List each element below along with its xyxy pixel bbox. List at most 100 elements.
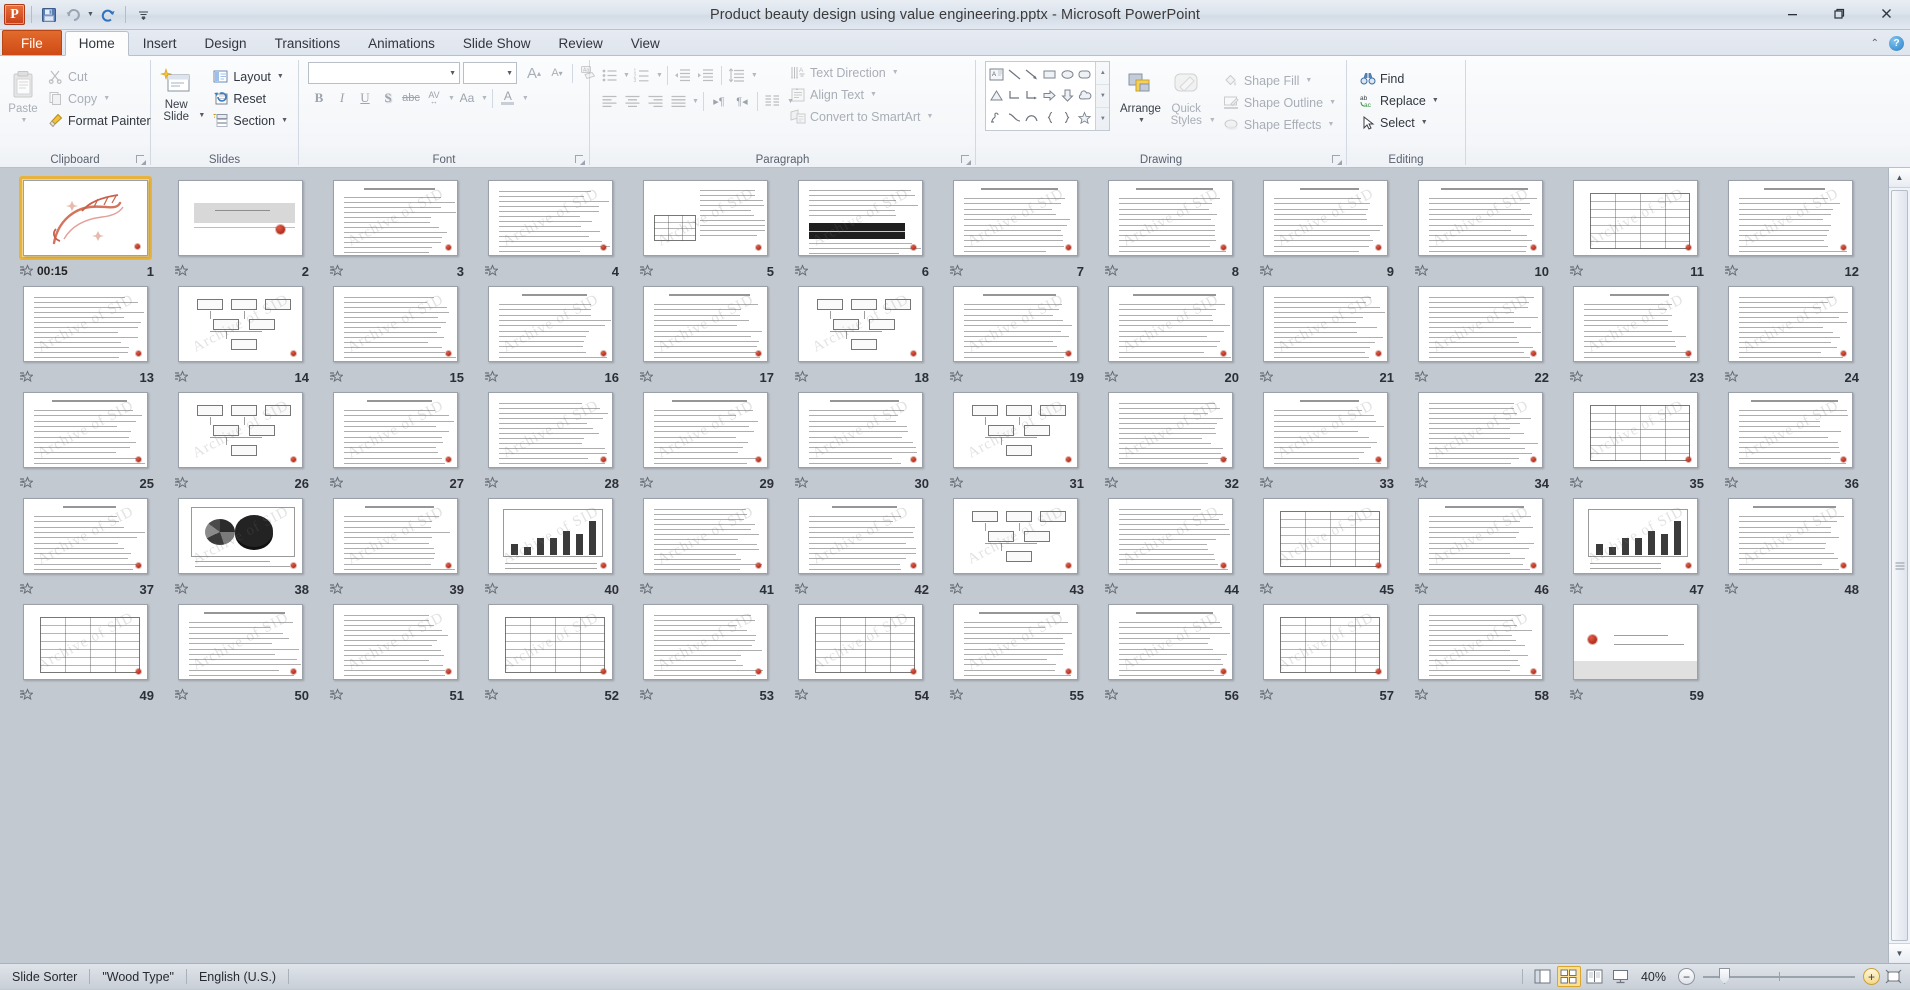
slide-thumbnail-58[interactable]: Archive of SID [1414,600,1547,684]
align-left-button[interactable] [598,90,620,112]
slide-thumbnail-50[interactable]: Archive of SID [174,600,307,684]
slide-thumbnail-31[interactable]: Archive of SID [949,388,1082,472]
transition-star-icon[interactable] [1724,370,1739,384]
slide-thumbnail-27[interactable]: Archive of SID [329,388,462,472]
slide-thumbnail-44[interactable]: Archive of SID [1104,494,1237,578]
new-slide-dropdown-icon[interactable]: ▼ [198,112,205,119]
transition-star-icon[interactable] [329,476,344,490]
zoom-slider-handle[interactable] [1719,968,1730,984]
align-center-button[interactable] [621,90,643,112]
transition-star-icon[interactable] [639,370,654,384]
font-color-button[interactable]: A [497,87,519,109]
strikethrough-button[interactable]: abc [400,87,422,109]
section-button[interactable]: Section ▼ [210,110,293,131]
slide-show-view-button[interactable] [1609,966,1633,987]
slide-thumbnail-8[interactable]: Archive of SID [1104,176,1237,260]
transition-star-icon[interactable] [1569,264,1584,278]
transition-star-icon[interactable] [949,688,964,702]
tab-design[interactable]: Design [191,30,261,55]
align-text-dropdown-icon[interactable]: ▼ [870,91,877,98]
shape-cloud-icon[interactable] [1076,85,1094,106]
transition-star-icon[interactable] [949,264,964,278]
slide-thumbnail-55[interactable]: Archive of SID [949,600,1082,684]
slide-thumbnail-22[interactable]: Archive of SID [1414,282,1547,366]
shape-effects-button[interactable]: Shape Effects ▼ [1221,114,1341,135]
slide-thumbnail-14[interactable]: Archive of SID [174,282,307,366]
slide-thumbnail-12[interactable]: Archive of SID [1724,176,1857,260]
font-name-input[interactable]: ▼ [308,62,460,84]
slide-thumbnail-57[interactable]: Archive of SID [1259,600,1392,684]
undo-dropdown-icon[interactable]: ▼ [86,11,95,18]
bullets-dropdown-icon[interactable]: ▼ [623,72,630,79]
shape-rectangle-icon[interactable] [1041,64,1059,85]
slide-thumbnail-49[interactable]: Archive of SID [19,600,152,684]
slide-sorter-view-button[interactable] [1556,966,1581,987]
find-button[interactable]: Find [1357,68,1444,89]
slide-thumbnail-18[interactable]: Archive of SID [794,282,927,366]
font-size-dropdown-icon[interactable]: ▼ [506,70,513,77]
transition-star-icon[interactable] [484,688,499,702]
tab-home[interactable]: Home [64,31,129,56]
slide-thumbnail-54[interactable]: Archive of SID [794,600,927,684]
fit-slide-to-window-button[interactable] [1882,967,1904,986]
quick-styles-dropdown-icon[interactable]: ▼ [1209,117,1216,124]
transition-star-icon[interactable] [19,264,34,278]
transition-star-icon[interactable] [639,688,654,702]
transition-star-icon[interactable] [19,476,34,490]
minimize-button[interactable] [1769,0,1816,26]
ltr-text-direction-button[interactable]: ▸¶ [708,90,730,112]
restore-button[interactable] [1816,0,1863,26]
shape-arrow-icon[interactable] [1023,64,1041,85]
character-spacing-dropdown-icon[interactable]: ▼ [448,95,455,102]
slide-thumbnail-35[interactable]: Archive of SID [1569,388,1702,472]
replace-dropdown-icon[interactable]: ▼ [1432,97,1439,104]
slide-thumbnail-30[interactable]: Archive of SID [794,388,927,472]
slide-thumbnail-41[interactable]: Archive of SID [639,494,772,578]
slide-thumbnail-7[interactable]: Archive of SID [949,176,1082,260]
transition-star-icon[interactable] [1259,688,1274,702]
shape-left-brace-icon[interactable] [1041,107,1059,128]
shape-elbow-arrow-connector-icon[interactable] [1023,85,1041,106]
slide-thumbnail-11[interactable]: Archive of SID [1569,176,1702,260]
layout-button[interactable]: Layout ▼ [210,66,293,87]
zoom-out-button[interactable]: − [1678,968,1695,985]
slide-thumbnail-6[interactable]: Archive of SID [794,176,927,260]
slide-thumbnail-56[interactable]: Archive of SID [1104,600,1237,684]
slide-thumbnail-42[interactable]: Archive of SID [794,494,927,578]
zoom-slider[interactable] [1703,968,1855,985]
font-dialog-launcher[interactable] [574,154,585,165]
convert-to-smartart-button[interactable]: Convert to SmartArt ▼ [787,106,938,127]
shape-outline-dropdown-icon[interactable]: ▼ [1329,99,1336,106]
cut-button[interactable]: Cut [45,66,156,87]
slide-thumbnail-10[interactable]: Archive of SID [1414,176,1547,260]
transition-star-icon[interactable] [1414,264,1429,278]
transition-star-icon[interactable] [1104,370,1119,384]
transition-star-icon[interactable] [1259,370,1274,384]
align-right-button[interactable] [644,90,666,112]
underline-button[interactable]: U [354,87,376,109]
slide-thumbnail-29[interactable]: Archive of SID [639,388,772,472]
tab-insert[interactable]: Insert [129,30,191,55]
transition-star-icon[interactable] [794,582,809,596]
section-dropdown-icon[interactable]: ▼ [281,117,288,124]
shape-curve-icon[interactable] [1006,107,1024,128]
scroll-track[interactable] [1889,188,1910,943]
arrange-button[interactable]: Arrange ▼ [1117,68,1163,130]
shape-line-icon[interactable] [1006,64,1024,85]
transition-star-icon[interactable] [1569,688,1584,702]
columns-button[interactable] [762,90,784,112]
shape-right-arrow-icon[interactable] [1041,85,1059,106]
transition-star-icon[interactable] [1724,582,1739,596]
transition-star-icon[interactable] [794,476,809,490]
slide-thumbnail-13[interactable]: Archive of SID [19,282,152,366]
transition-star-icon[interactable] [794,688,809,702]
transition-star-icon[interactable] [1724,476,1739,490]
transition-star-icon[interactable] [1414,582,1429,596]
font-name-dropdown-icon[interactable]: ▼ [449,70,456,77]
collapse-ribbon-icon[interactable]: ⌃ [1871,38,1879,49]
transition-star-icon[interactable] [1104,582,1119,596]
slide-thumbnail-39[interactable]: Archive of SID [329,494,462,578]
transition-star-icon[interactable] [1569,582,1584,596]
slide-thumbnail-45[interactable]: Archive of SID [1259,494,1392,578]
slide-thumbnail-33[interactable]: Archive of SID [1259,388,1392,472]
